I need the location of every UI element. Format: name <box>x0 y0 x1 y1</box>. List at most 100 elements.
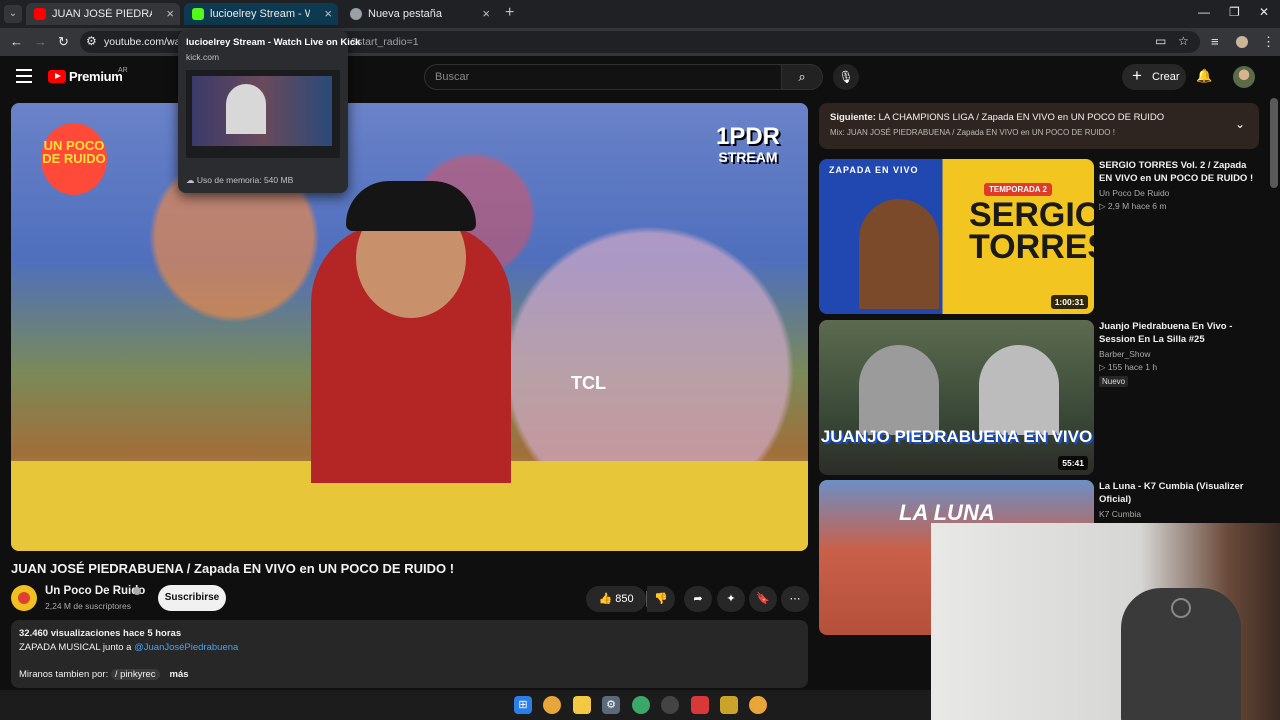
video-duration: 1:00:31 <box>1050 295 1088 309</box>
youtube-favicon-icon <box>34 8 46 20</box>
recommendation-item[interactable]: ZAPADA EN VIVO TEMPORADA 2 SERGIO TORRES… <box>819 159 1259 314</box>
recommendation-channel[interactable]: Barber_Show <box>1099 349 1151 359</box>
recommendation-item[interactable]: JUANJO PIEDRABUENA EN VIVO 55:41 Juanjo … <box>819 320 1259 475</box>
ask-ai-button[interactable]: ✦ <box>717 586 745 612</box>
video-title: JUAN JOSÉ PIEDRABUENA / Zapada EN VIVO e… <box>11 561 455 576</box>
sparkle-icon: ✦ <box>726 593 736 605</box>
new-tab-plus-icon[interactable]: + <box>505 4 514 22</box>
mix-title: Mix: JUAN JOSÉ PIEDRABUENA / Zapada EN V… <box>830 128 1115 137</box>
red-app-icon[interactable] <box>691 696 709 714</box>
tab-search-chevron-icon[interactable]: ⌄ <box>4 5 22 23</box>
recommendation-channel[interactable]: K7 Cumbia <box>1099 509 1141 519</box>
recommendation-title[interactable]: SERGIO TORRES Vol. 2 / Zapada EN VIVO en… <box>1099 159 1259 185</box>
hover-card-preview <box>186 70 340 158</box>
description-line: ZAPADA MUSICAL junto a @JuanJoséPiedrabu… <box>19 642 238 653</box>
watermark-main: 1PDR <box>715 123 780 150</box>
recommendation-meta: ▷ 155 hace 1 h <box>1099 362 1158 372</box>
channel-name[interactable]: Un Poco De Ruido <box>45 585 145 597</box>
page-scrollbar[interactable] <box>1270 98 1278 188</box>
view-stats: 32.460 visualizaciones hace 5 horas <box>19 628 182 639</box>
tab-new[interactable]: Nueva pestaña × <box>342 3 496 25</box>
tab-close-icon[interactable]: × <box>324 6 332 21</box>
like-divider <box>646 591 647 607</box>
mix-playlist-header[interactable]: Siguiente: LA CHAMPIONS LIGA / Zapada EN… <box>819 103 1259 149</box>
chrome-active-icon[interactable] <box>632 696 650 714</box>
chrome-icon[interactable] <box>543 696 561 714</box>
chrome-favicon-icon <box>350 8 362 20</box>
mention-link[interactable]: @JuanJoséPiedrabuena <box>134 642 238 653</box>
microphone-icon: 🎙 <box>838 70 854 84</box>
thumbnail-person <box>859 345 939 435</box>
tab-title: JUAN JOSÉ PIEDRABUENA / <box>52 8 152 20</box>
share-button[interactable]: ➦ <box>684 586 712 612</box>
voice-search-button[interactable]: 🎙 <box>833 64 859 90</box>
file-explorer-icon[interactable] <box>573 696 591 714</box>
country-code: AR <box>118 67 128 74</box>
video-player[interactable]: UN POCO DE RUIDO 1PDR STREAM TCL <box>11 103 808 551</box>
start-windows-icon[interactable]: ⊞ <box>514 696 532 714</box>
account-avatar[interactable] <box>1233 66 1255 88</box>
recommendation-title[interactable]: Juanjo Piedrabuena En Vivo - Session En … <box>1099 320 1259 346</box>
windows-taskbar: ⊞ ⚙ <box>0 690 931 720</box>
share-icon: ➦ <box>693 593 703 605</box>
tab-hover-card: lucioelrey Stream - Watch Live on Kick k… <box>178 30 360 193</box>
window-close-icon[interactable]: ✕ <box>1259 5 1269 19</box>
video-duration: 55:41 <box>1058 456 1088 470</box>
save-button[interactable]: 🔖 <box>749 586 777 612</box>
recommendation-channel[interactable]: Un Poco De Ruido <box>1099 188 1169 198</box>
subscriber-count: 2,24 M de suscriptores <box>45 601 131 611</box>
tab-kick[interactable]: lucioelrey Stream - Watch Live × <box>184 3 338 25</box>
subscribe-button[interactable]: Suscribirse <box>158 585 226 611</box>
video-thumbnail[interactable]: ZAPADA EN VIVO TEMPORADA 2 SERGIO TORRES… <box>819 159 1094 314</box>
yellow-app-icon[interactable] <box>720 696 738 714</box>
tab-close-icon[interactable]: × <box>166 6 174 21</box>
watermark-sub: STREAM <box>718 149 778 165</box>
thumbs-up-icon: 👍 <box>598 593 616 605</box>
description-box[interactable]: 32.460 visualizaciones hace 5 horas ZAPA… <box>11 620 808 688</box>
chevron-down-icon[interactable]: ⌄ <box>1235 117 1245 131</box>
obs-icon[interactable] <box>661 696 679 714</box>
site-info-icon[interactable]: ⚙ <box>86 34 97 48</box>
back-icon[interactable]: ← <box>10 34 23 49</box>
bookmark-icon: 🔖 <box>756 593 770 605</box>
tab-youtube[interactable]: JUAN JOSÉ PIEDRABUENA / × <box>26 3 180 25</box>
forward-icon[interactable]: → <box>34 34 47 49</box>
more-actions-button[interactable]: ⋯ <box>781 586 809 612</box>
plus-icon: + <box>1132 66 1142 85</box>
hover-card-url: kick.com <box>186 52 220 62</box>
channel-tag-link[interactable]: / pinkyrec <box>110 669 160 680</box>
search-input[interactable]: Buscar <box>424 64 782 90</box>
media-control-icon[interactable]: ≡ <box>1211 34 1219 49</box>
url-text: youtube.com/wat <box>104 36 184 48</box>
hover-card-title: lucioelrey Stream - Watch Live on Kick <box>186 37 361 48</box>
settings-gear-icon[interactable]: ⚙ <box>602 696 620 714</box>
video-thumbnail[interactable]: JUANJO PIEDRABUENA EN VIVO 55:41 <box>819 320 1094 475</box>
tab-title: lucioelrey Stream - Watch Live <box>210 8 310 20</box>
next-label: Siguiente: <box>830 112 876 123</box>
cast-icon[interactable]: ▭ <box>1155 34 1166 48</box>
dislike-button[interactable]: 👎 <box>647 586 675 612</box>
memory-usage: Uso de memoria: 540 MB <box>196 175 294 185</box>
browser-menu-icon[interactable]: ⋮ <box>1262 34 1275 50</box>
show-more-link[interactable]: más <box>170 669 189 680</box>
create-button[interactable]: + Crear <box>1122 64 1186 90</box>
next-up: Siguiente: LA CHAMPIONS LIGA / Zapada EN… <box>830 112 1164 123</box>
channel-avatar[interactable] <box>11 585 37 611</box>
reload-icon[interactable]: ↻ <box>58 34 69 50</box>
restore-icon[interactable]: ❐ <box>1229 5 1240 19</box>
hamburger-menu-icon[interactable] <box>16 69 32 83</box>
youtube-logo-text[interactable]: Premium <box>69 69 123 84</box>
notifications-bell-icon[interactable]: 🔔 <box>1196 68 1212 84</box>
tab-close-icon[interactable]: × <box>482 6 490 21</box>
search-button[interactable]: ⌕ <box>781 64 823 90</box>
chrome-profile-icon[interactable] <box>749 696 767 714</box>
verified-badge-icon <box>133 587 141 595</box>
bookmark-star-icon[interactable]: ☆ <box>1178 34 1189 48</box>
screen: ⌄ JUAN JOSÉ PIEDRABUENA / × lucioelrey S… <box>0 0 1280 720</box>
profile-icon[interactable] <box>1236 36 1248 48</box>
minimize-icon[interactable]: — <box>1198 5 1210 19</box>
recommendation-title[interactable]: La Luna - K7 Cumbia (Visualizer Oficial) <box>1099 480 1259 506</box>
youtube-logo-icon[interactable] <box>48 70 66 83</box>
like-button[interactable]: 👍 850 <box>586 586 646 612</box>
thumbnail-person <box>859 199 939 309</box>
